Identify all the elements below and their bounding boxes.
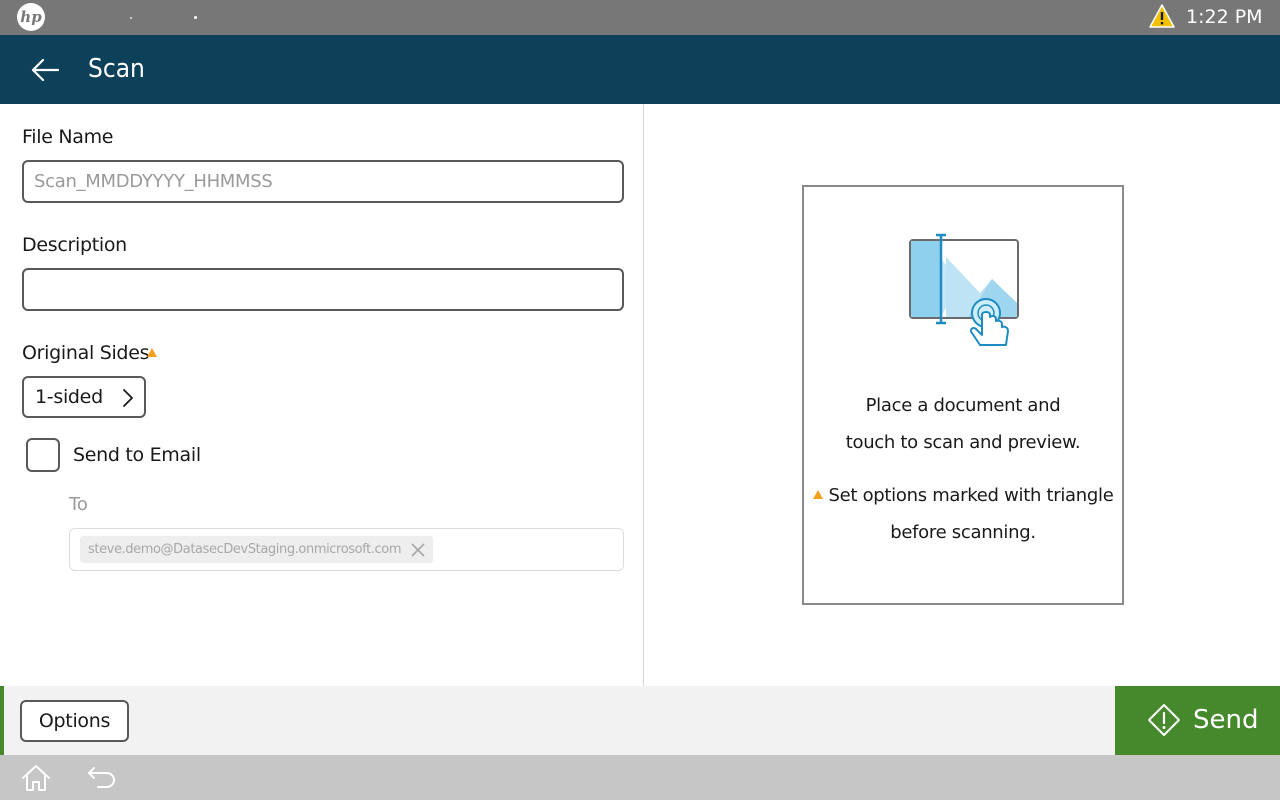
send-button[interactable]: Send: [1115, 686, 1280, 755]
description-field-box: [22, 268, 624, 311]
send-label: Send: [1193, 705, 1259, 735]
preview-instruction-line1: Place a document and: [865, 395, 1061, 416]
to-recipients-field[interactable]: steve.demo@DatasecDevStaging.onmicrosoft…: [69, 528, 624, 571]
file-name-input[interactable]: [24, 162, 622, 201]
clock: 1:22 PM: [1186, 6, 1263, 28]
file-name-field-box: [22, 160, 624, 203]
preview-note-line2: before scanning.: [890, 522, 1036, 543]
original-sides-value: 1-sided: [35, 386, 103, 408]
preview-note-text: Set options marked with triangle: [828, 485, 1114, 506]
send-diamond-icon: [1148, 704, 1180, 736]
undo-back-icon[interactable]: [86, 764, 118, 792]
send-to-email-label: Send to Email: [73, 444, 201, 466]
title-bar: Scan: [0, 35, 1280, 104]
description-input[interactable]: [24, 270, 622, 309]
status-indicator-dot: [194, 16, 197, 19]
panel-divider: [643, 104, 644, 686]
warning-triangle-icon[interactable]: [1149, 4, 1175, 28]
recipient-chip[interactable]: steve.demo@DatasecDevStaging.onmicrosoft…: [80, 536, 434, 563]
description-label: Description: [22, 234, 127, 256]
navigation-bar: [0, 755, 1280, 800]
status-bar: hp 1:22 PM: [0, 0, 1280, 35]
options-button[interactable]: Options: [20, 700, 129, 742]
to-label: To: [69, 494, 88, 515]
back-arrow-icon[interactable]: [28, 55, 62, 85]
chevron-right-icon: [123, 389, 133, 407]
preview-instruction-line2: touch to scan and preview.: [845, 432, 1081, 453]
scan-preview-area[interactable]: Place a document and touch to scan and p…: [802, 185, 1124, 605]
attention-triangle-icon: [812, 490, 823, 499]
original-sides-label: Original Sides: [22, 342, 150, 364]
action-bar: [0, 686, 1115, 755]
page-title: Scan: [88, 54, 145, 84]
file-name-label: File Name: [22, 126, 114, 148]
remove-recipient-icon[interactable]: [411, 542, 425, 557]
attention-triangle-icon: [147, 348, 157, 357]
hp-logo: hp: [17, 3, 45, 31]
recipient-email: steve.demo@DatasecDevStaging.onmicrosoft…: [88, 542, 402, 557]
send-to-email-checkbox[interactable]: [26, 438, 60, 472]
preview-note-line1: Set options marked with triangle: [804, 485, 1122, 506]
status-indicator-dot: [130, 17, 132, 19]
home-icon[interactable]: [20, 763, 52, 793]
original-sides-button[interactable]: 1-sided: [22, 376, 146, 418]
scan-preview-touch-icon: [909, 233, 1019, 346]
